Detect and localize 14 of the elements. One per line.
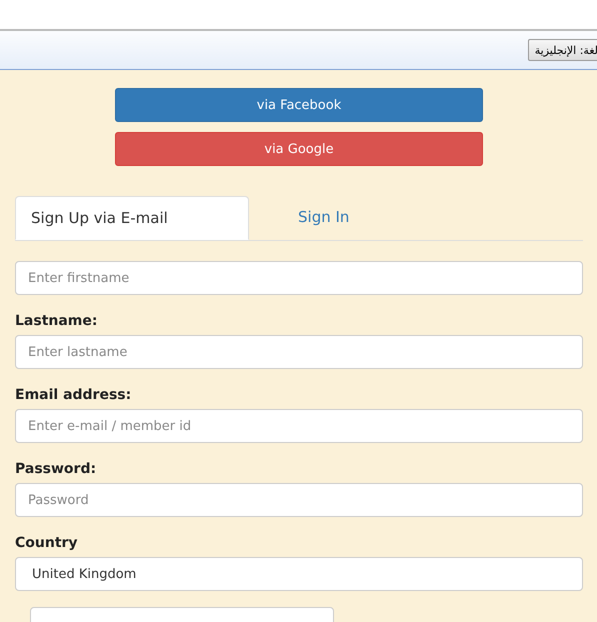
login-button[interactable]: via Facebook [115,88,483,122]
input-field[interactable]: United Kingdom [15,557,583,591]
input-field[interactable]: Enter firstname [15,261,583,295]
field-label: Country [15,535,79,551]
input-field[interactable]: Enter e-mail / member id [15,409,583,443]
language-button[interactable]: لغة: الإنجليزية [528,39,597,61]
input-field[interactable]: Enter lastname [15,335,583,369]
login-button[interactable]: via Google [115,132,483,166]
field-label: Email address: [15,387,132,403]
field-label: Lastname: [15,313,98,329]
tab[interactable]: Sign Up via E-mail [15,196,249,240]
tab[interactable]: Sign In [283,196,364,240]
input-field[interactable]: Password [15,483,583,517]
field-label: Password: [15,461,98,477]
